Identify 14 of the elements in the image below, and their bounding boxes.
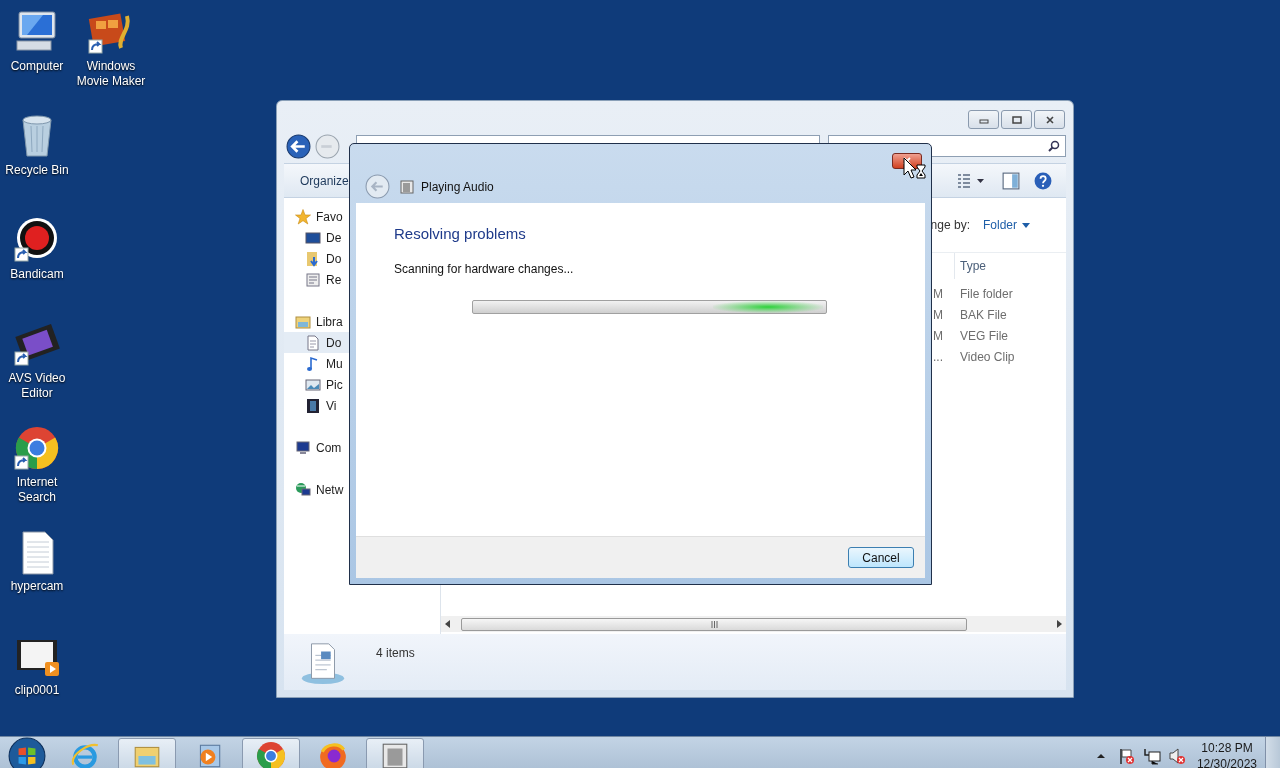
table-cell-text: BAK File: [959, 307, 1008, 322]
dialog-heading: Resolving problems: [394, 225, 527, 242]
status-message: Scanning for hardware changes...: [394, 262, 575, 276]
table-cell-text: Video Clip: [959, 349, 1016, 364]
table-cell-text: VEG File: [959, 328, 1009, 343]
table-cell-text: ...: [933, 349, 944, 364]
table-cell-text: M: [933, 328, 944, 343]
table-cell-text: M: [933, 286, 944, 301]
dialog-title: Playing Audio: [421, 179, 494, 194]
table-cell-text: File folder: [959, 286, 1014, 301]
clock-date: 12/30/2023: [1196, 756, 1257, 768]
table-cell-text: M: [933, 307, 944, 322]
item-count: 4 items: [376, 646, 415, 660]
clock-time: 10:28 PM: [1201, 740, 1253, 756]
